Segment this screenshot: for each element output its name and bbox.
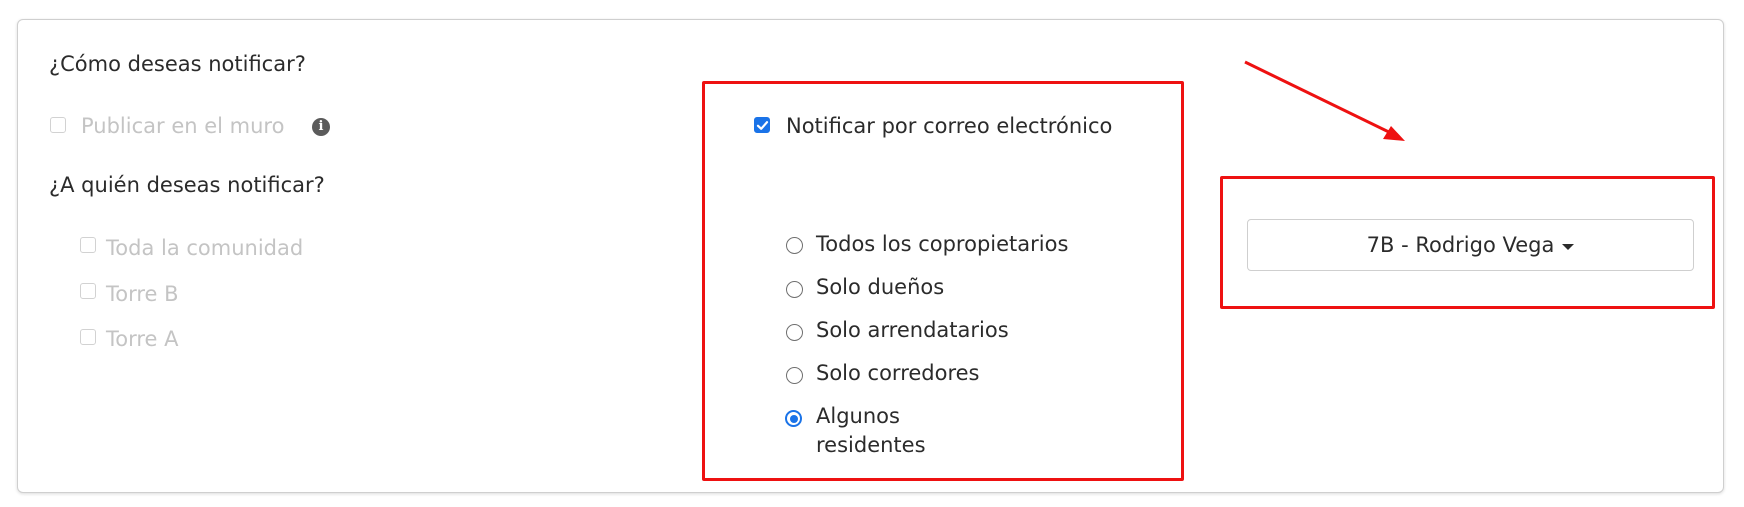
info-circle-icon[interactable]: i: [312, 118, 330, 136]
publish-wall-checkbox[interactable]: [50, 117, 66, 133]
radio-label-all-owners: Todos los copropietarios: [816, 232, 1069, 256]
radio-label-only-tenants: Solo arrendatarios: [816, 318, 1009, 342]
group-label-torre-a: Torre A: [106, 327, 179, 351]
resident-select-value: 7B - Rodrigo Vega: [1366, 233, 1555, 257]
caret-down-icon: [1562, 243, 1575, 250]
group-checkbox-community[interactable]: [80, 237, 96, 253]
email-notify-label: Notificar por correo electrónico: [786, 114, 1113, 138]
how-to-notify-heading: ¿Cómo deseas notificar?: [49, 52, 306, 76]
publish-wall-label: Publicar en el muro: [81, 114, 285, 138]
resident-select-dropdown[interactable]: 7B - Rodrigo Vega: [1247, 219, 1694, 271]
radio-label-only-owners: Solo dueños: [816, 275, 945, 299]
radio-label-some-residents: Algunos residentes: [816, 404, 926, 457]
radio-only-tenants[interactable]: [786, 324, 803, 341]
group-checkbox-torre-a[interactable]: [80, 329, 96, 345]
radio-only-owners[interactable]: [786, 281, 803, 298]
group-label-torre-b: Torre B: [106, 282, 179, 306]
annotation-arrow-icon: [1244, 60, 1405, 141]
radio-only-brokers[interactable]: [786, 367, 803, 384]
radio-label-only-brokers: Solo corredores: [816, 361, 980, 385]
group-label-community: Toda la comunidad: [106, 236, 304, 260]
radio-some-residents[interactable]: [785, 410, 802, 427]
who-to-notify-heading: ¿A quién deseas notificar?: [49, 173, 325, 197]
radio-all-owners[interactable]: [786, 237, 803, 254]
group-checkbox-torre-b[interactable]: [80, 283, 96, 299]
email-notify-checkbox[interactable]: [754, 117, 770, 133]
